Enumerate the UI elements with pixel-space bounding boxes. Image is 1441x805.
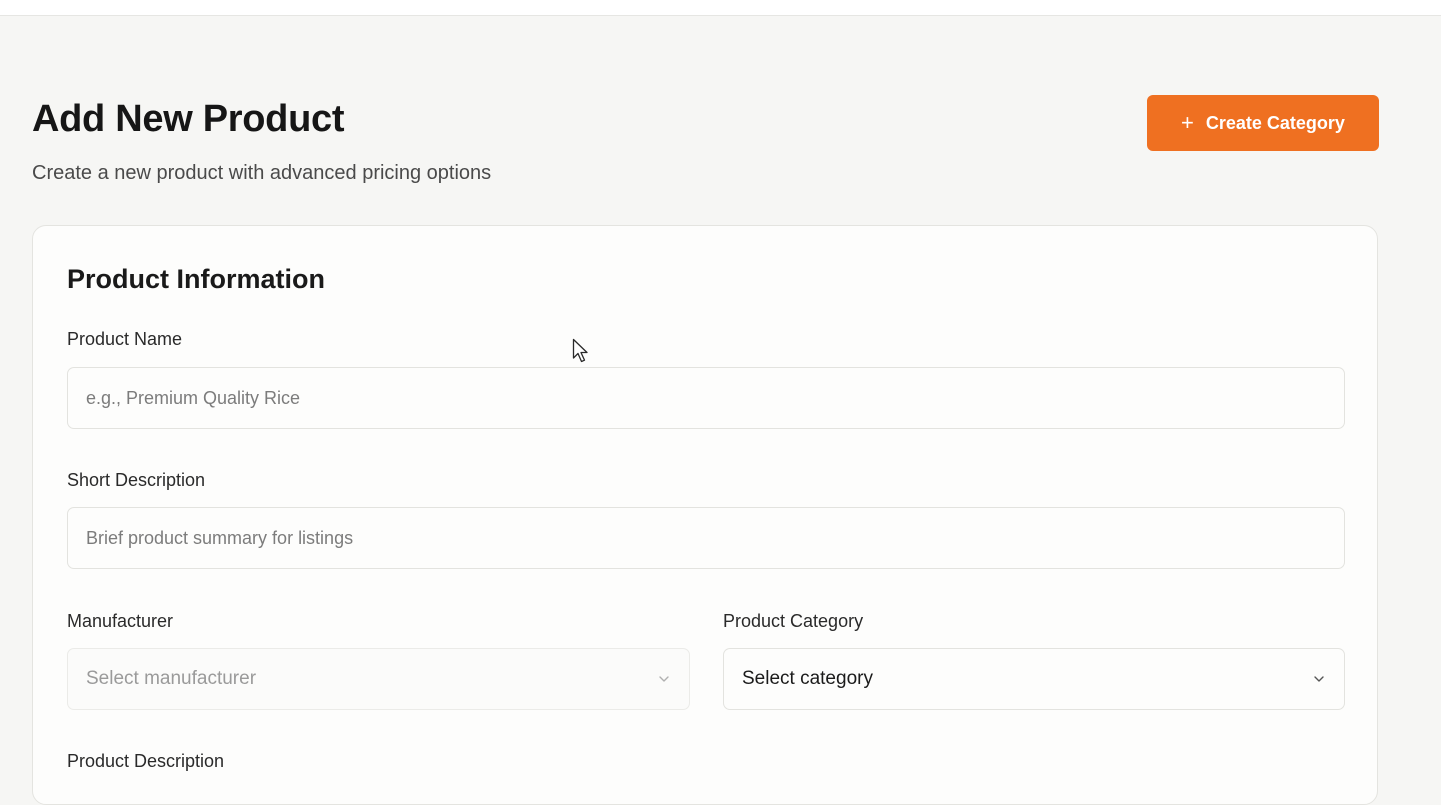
chevron-down-icon (659, 676, 669, 682)
top-bar (0, 0, 1441, 16)
manufacturer-label: Manufacturer (67, 611, 174, 631)
product-category-selected-value: Select category (742, 668, 873, 689)
page-subtitle: Create a new product with advanced prici… (32, 162, 492, 184)
product-name-input[interactable] (67, 367, 1345, 429)
product-information-card: Product Information Product Name Short D… (32, 225, 1378, 805)
short-description-label: Short Description (67, 470, 206, 490)
chevron-down-icon (1314, 676, 1324, 682)
manufacturer-selected-value: Select manufacturer (86, 668, 257, 689)
mouse-cursor-icon (572, 338, 588, 363)
create-category-label: Create Category (1205, 112, 1345, 133)
product-category-select[interactable]: Select category (723, 648, 1345, 710)
plus-icon: + (1181, 110, 1194, 135)
create-category-button[interactable]: + Create Category (1147, 95, 1379, 151)
manufacturer-select[interactable]: Select manufacturer (67, 648, 690, 710)
card-title: Product Information (67, 264, 325, 294)
page-title: Add New Product (32, 98, 345, 140)
short-description-input[interactable] (67, 507, 1345, 569)
product-category-label: Product Category (723, 611, 864, 631)
product-description-label: Product Description (67, 751, 225, 771)
product-name-label: Product Name (67, 329, 183, 349)
